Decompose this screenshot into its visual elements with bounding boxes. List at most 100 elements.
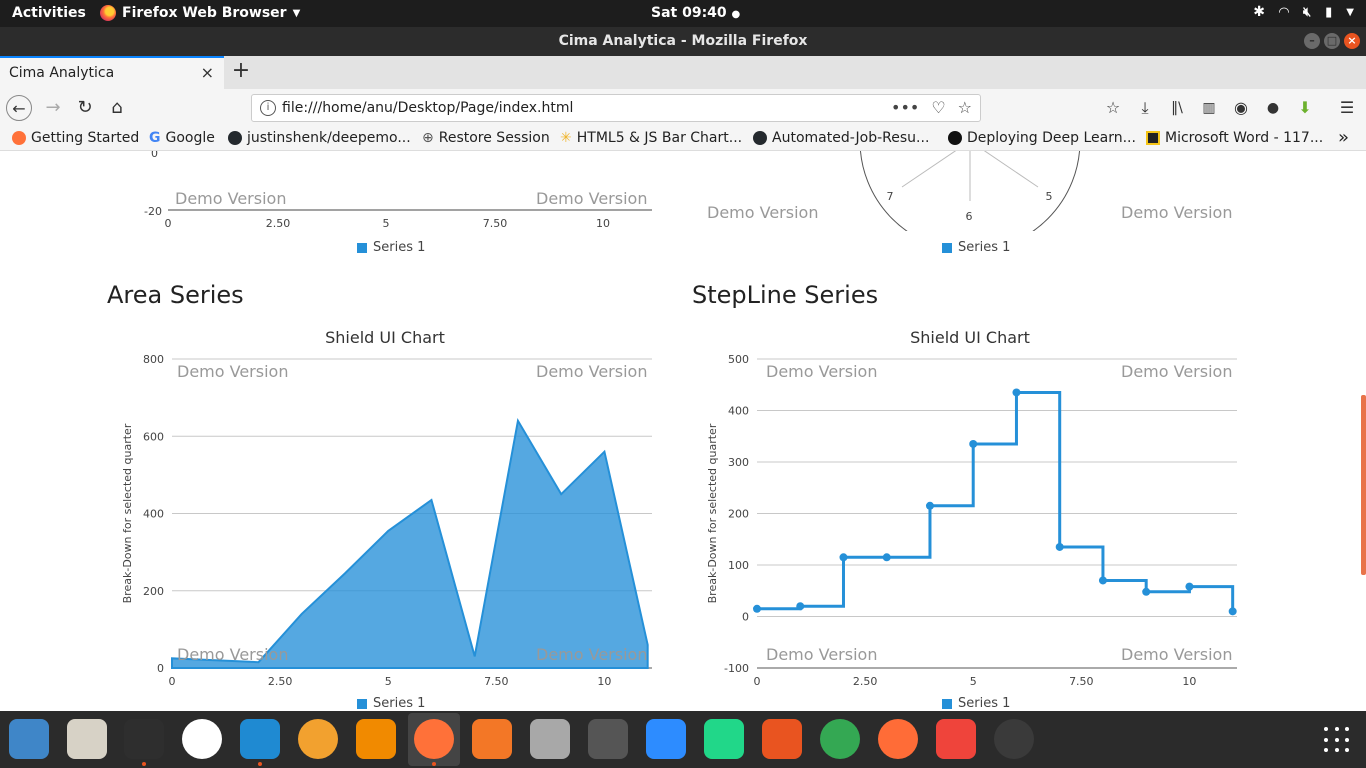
pocket-icon[interactable]: ♡ — [931, 98, 945, 117]
bookmark-menu-icon[interactable]: ☆ — [1100, 95, 1126, 121]
reload-icon[interactable]: ↻ — [72, 95, 98, 121]
maximize-icon[interactable]: □ — [1324, 33, 1340, 49]
volume-icon[interactable]: 🔇︎ — [1303, 5, 1311, 20]
data-point — [839, 553, 848, 562]
chart-legend[interactable]: Series 1 — [357, 696, 425, 711]
polar-label: 7 — [887, 190, 894, 203]
legend-label: Series 1 — [958, 696, 1011, 711]
minimize-icon[interactable]: – — [1304, 33, 1320, 49]
y-tick-label: -20 — [144, 205, 162, 218]
forward-icon[interactable]: → — [40, 95, 66, 121]
activities-button[interactable]: Activities — [12, 5, 86, 21]
bookmark-google[interactable]: G Google — [149, 130, 215, 146]
data-point — [796, 602, 805, 611]
wifi-icon[interactable]: ◠ — [1279, 5, 1289, 20]
downloads-icon[interactable]: ⤓ — [1132, 95, 1158, 121]
firefox-icon[interactable] — [414, 719, 454, 759]
x-tick-label: 10 — [597, 675, 611, 688]
slack-icon[interactable] — [182, 719, 222, 759]
image-viewer-icon[interactable] — [9, 719, 49, 759]
account-icon[interactable]: ◉ — [1228, 95, 1254, 121]
url-bar[interactable]: i file:///home/anu/Desktop/Page/index.ht… — [251, 94, 981, 122]
show-applications-icon[interactable] — [1324, 727, 1350, 753]
files-icon[interactable] — [530, 719, 570, 759]
vscode-icon[interactable] — [240, 719, 280, 759]
medium-icon — [948, 131, 962, 145]
close-icon[interactable]: × — [1344, 33, 1360, 49]
download-extension-icon[interactable]: ⬇ — [1292, 95, 1318, 121]
pycharm-icon[interactable] — [704, 719, 744, 759]
y-axis-label: Break-Down for selected quarter — [706, 423, 719, 603]
webcam-icon[interactable] — [994, 719, 1034, 759]
bookmark-github-deepemo[interactable]: justinshenk/deepemo... — [228, 130, 411, 146]
x-tick-label: 10 — [1182, 675, 1196, 688]
data-point — [1185, 582, 1194, 591]
tab-cima-analytica[interactable]: Cima Analytica × — [0, 56, 224, 89]
bookmark-deploying-deep-learning[interactable]: Deploying Deep Learn... — [948, 130, 1136, 146]
y-tick-label: 800 — [143, 353, 164, 366]
clock[interactable]: Sat 09:40 ● — [651, 5, 740, 21]
y-tick-label: 0 — [151, 151, 158, 160]
postman-icon[interactable] — [878, 719, 918, 759]
y-tick-label: 0 — [742, 611, 749, 624]
legend-swatch — [357, 242, 367, 253]
bookmarks-toolbar: Getting Started G Google justinshenk/dee… — [0, 127, 1366, 151]
demo-watermark: Demo Version — [1121, 362, 1233, 381]
demo-watermark: Demo Version — [707, 203, 819, 222]
slack-tray-icon[interactable]: ✱ — [1253, 4, 1265, 20]
text-editor-icon[interactable] — [67, 719, 107, 759]
back-icon[interactable]: ← — [6, 95, 32, 121]
bookmark-restore-session[interactable]: ⊕ Restore Session — [422, 130, 550, 146]
audacity-icon[interactable] — [298, 719, 338, 759]
data-point — [1142, 587, 1151, 596]
page-actions-icon[interactable]: ••• — [891, 98, 919, 117]
window-titlebar: Cima Analytica - Mozilla Firefox – □ × — [0, 27, 1366, 56]
vlc-icon[interactable] — [356, 719, 396, 759]
jupyter-icon[interactable] — [472, 719, 512, 759]
sidebar-icon[interactable]: ▥ — [1196, 95, 1222, 121]
x-tick-label: 7.50 — [483, 217, 508, 230]
calculator-icon[interactable] — [588, 719, 628, 759]
zoom-icon[interactable] — [646, 719, 686, 759]
page-scrollbar[interactable] — [1361, 395, 1366, 575]
bookmark-automated-job-resume[interactable]: Automated-Job-Resu... — [753, 130, 929, 146]
legend-label: Series 1 — [373, 696, 426, 711]
chrome-icon[interactable] — [820, 719, 860, 759]
tab-close-icon[interactable]: × — [201, 63, 214, 82]
x-tick-label: 0 — [165, 217, 172, 230]
bookmark-microsoft-word[interactable]: Microsoft Word - 117... — [1146, 130, 1323, 146]
legend-swatch — [942, 698, 952, 709]
new-tab-button[interactable]: + — [230, 58, 252, 83]
system-tray[interactable]: ✱ ◠ 🔇︎ ▮ ▼ — [1253, 4, 1354, 20]
area-chart-title: Shield UI Chart — [325, 328, 445, 347]
extension-icon[interactable]: ● — [1260, 95, 1286, 121]
battery-icon[interactable]: ▮ — [1325, 5, 1332, 20]
bookmark-getting-started[interactable]: Getting Started — [12, 130, 139, 146]
polar-spoke — [983, 151, 1039, 188]
home-icon[interactable]: ⌂ — [104, 95, 130, 121]
chart-legend[interactable]: Series 1 — [942, 240, 1010, 255]
y-tick-label: 100 — [728, 559, 749, 572]
terminal-icon[interactable] — [124, 719, 164, 759]
y-tick-label: -100 — [724, 662, 749, 675]
software-center-icon[interactable] — [762, 719, 802, 759]
url-text[interactable]: file:///home/anu/Desktop/Page/index.html — [282, 100, 573, 116]
bookmark-html5-bar-chart[interactable]: ✳ HTML5 & JS Bar Chart... — [560, 130, 742, 146]
chevron-down-icon[interactable]: ▼ — [1346, 7, 1354, 18]
anydesk-icon[interactable] — [936, 719, 976, 759]
y-tick-label: 400 — [728, 405, 749, 418]
polar-label: 5 — [1046, 190, 1053, 203]
notification-dot-icon: ● — [731, 9, 741, 20]
info-icon[interactable]: i — [260, 100, 276, 116]
bookmark-star-icon[interactable]: ☆ — [958, 98, 972, 117]
x-tick-label: 2.50 — [266, 217, 291, 230]
x-tick-label: 0 — [754, 675, 761, 688]
chart-legend[interactable]: Series 1 — [357, 240, 425, 255]
ubuntu-dock — [0, 711, 1366, 768]
hamburger-menu-icon[interactable]: ☰ — [1334, 95, 1360, 121]
bookmarks-overflow-icon[interactable]: » — [1338, 127, 1349, 148]
data-point — [1055, 542, 1064, 551]
chart-legend[interactable]: Series 1 — [942, 696, 1010, 711]
library-icon[interactable]: ‖\ — [1164, 95, 1190, 121]
app-menu[interactable]: Firefox Web Browser ▼ — [100, 5, 300, 21]
